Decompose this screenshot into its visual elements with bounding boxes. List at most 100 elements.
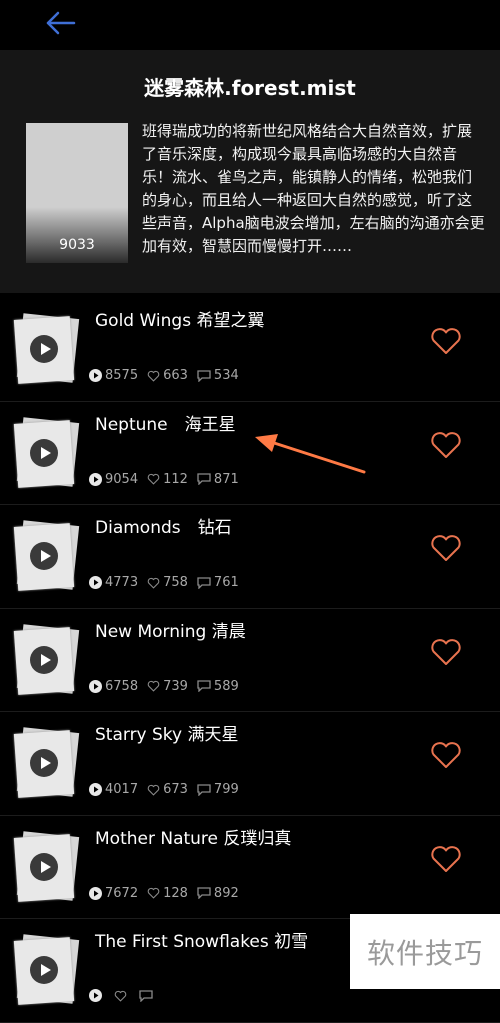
track-thumbnail[interactable] bbox=[13, 416, 80, 488]
play-count-value: 7672 bbox=[105, 885, 139, 901]
like-count bbox=[114, 990, 130, 1002]
like-count-value: 673 bbox=[163, 782, 188, 797]
heart-outline-icon bbox=[147, 577, 160, 589]
album-title: 迷雾森林.forest.mist bbox=[144, 76, 356, 100]
play-count: 4773 bbox=[89, 575, 138, 590]
track-title[interactable]: Neptune 海王星 bbox=[95, 410, 236, 435]
album-cover[interactable]: 9033 bbox=[26, 123, 128, 263]
play-icon[interactable] bbox=[30, 438, 58, 467]
like-count: 128 bbox=[147, 886, 188, 901]
heart-icon[interactable] bbox=[429, 844, 463, 874]
play-count-value: 4017 bbox=[105, 782, 139, 797]
like-count: 758 bbox=[147, 575, 188, 590]
play-count: 9054 bbox=[89, 472, 138, 487]
comment-count-value: 871 bbox=[213, 471, 239, 487]
heart-icon[interactable] bbox=[429, 430, 463, 460]
cover-play-count: 9033 bbox=[59, 237, 95, 253]
track-title[interactable]: Mother Nature 反璞归真 bbox=[95, 824, 291, 849]
track-thumbnail[interactable] bbox=[13, 313, 80, 384]
play-count: 8575 bbox=[89, 368, 138, 383]
comment-count-value: 892 bbox=[213, 885, 239, 901]
top-bar bbox=[0, 0, 500, 50]
play-icon[interactable] bbox=[30, 749, 58, 777]
heart-outline-icon bbox=[114, 990, 127, 1002]
comment-icon bbox=[197, 369, 211, 382]
comment-icon bbox=[139, 989, 153, 1002]
heart-icon[interactable] bbox=[429, 326, 463, 356]
track-title[interactable]: Starry Sky 满天星 bbox=[95, 720, 239, 745]
play-icon[interactable] bbox=[30, 542, 58, 570]
track-title[interactable]: Diamonds 钻石 bbox=[95, 513, 232, 538]
track-item[interactable]: Mother Nature 反璞归真 7672 128 892 bbox=[0, 816, 500, 919]
play-count-icon bbox=[89, 679, 102, 693]
like-count-value: 112 bbox=[163, 471, 188, 487]
play-icon[interactable] bbox=[30, 852, 58, 881]
track-stats: 6758 739 589 bbox=[89, 679, 248, 694]
album-header: 迷雾森林.forest.mist 9033 班得瑞成功的将新世纪风格结合大自然音… bbox=[0, 50, 500, 293]
like-count-value: 128 bbox=[163, 885, 188, 901]
heart-icon[interactable] bbox=[429, 637, 463, 667]
play-count-value: 4773 bbox=[105, 575, 139, 590]
play-count: 7672 bbox=[89, 886, 138, 901]
heart-icon[interactable] bbox=[429, 740, 463, 770]
comment-count-value: 799 bbox=[213, 782, 239, 797]
comment-count: 799 bbox=[197, 782, 239, 797]
comment-count-value: 589 bbox=[213, 678, 239, 694]
play-count-icon bbox=[89, 576, 102, 589]
comment-icon bbox=[197, 576, 211, 589]
comment-count: 534 bbox=[197, 368, 239, 383]
play-count-value: 8575 bbox=[105, 368, 139, 383]
comment-count: 892 bbox=[197, 886, 239, 901]
comment-icon bbox=[197, 783, 211, 796]
track-thumbnail[interactable] bbox=[13, 934, 80, 1005]
track-title[interactable]: Gold Wings 希望之翼 bbox=[95, 306, 264, 331]
play-count-icon bbox=[89, 783, 102, 796]
watermark: 软件技巧 bbox=[350, 914, 500, 989]
track-thumbnail[interactable] bbox=[13, 623, 80, 695]
heart-icon[interactable] bbox=[429, 533, 463, 563]
comment-icon bbox=[197, 887, 211, 899]
track-title[interactable]: New Morning 清晨 bbox=[95, 617, 246, 642]
heart-outline-icon bbox=[147, 370, 160, 382]
album-description: 班得瑞成功的将新世纪风格结合大自然音效，扩展了音乐深度，构成现今最具高临场感的大… bbox=[142, 122, 485, 255]
track-item[interactable]: New Morning 清晨 6758 739 589 bbox=[0, 609, 500, 712]
play-count bbox=[89, 989, 105, 1002]
like-count: 739 bbox=[147, 679, 188, 694]
play-count: 4017 bbox=[89, 782, 138, 797]
like-count-value: 663 bbox=[163, 368, 188, 383]
play-count-value: 6758 bbox=[105, 678, 139, 694]
like-count: 112 bbox=[147, 472, 188, 487]
comment-count: 761 bbox=[197, 575, 239, 590]
play-icon[interactable] bbox=[30, 956, 58, 984]
track-stats bbox=[89, 989, 165, 1002]
track-item[interactable]: Diamonds 钻石 4773 758 761 bbox=[0, 505, 500, 609]
heart-outline-icon bbox=[147, 887, 160, 899]
track-stats: 7672 128 892 bbox=[89, 886, 248, 901]
comment-count-value: 761 bbox=[213, 575, 239, 590]
track-title[interactable]: The First Snowflakes 初雪 bbox=[95, 927, 308, 952]
play-count-icon bbox=[89, 886, 102, 900]
like-count: 673 bbox=[147, 782, 188, 797]
heart-outline-icon bbox=[147, 473, 160, 485]
comment-icon bbox=[197, 680, 211, 692]
track-item[interactable]: Starry Sky 满天星 4017 673 799 bbox=[0, 712, 500, 816]
track-stats: 4017 673 799 bbox=[89, 782, 248, 797]
comment-count: 871 bbox=[197, 472, 239, 487]
arrow-left-icon[interactable] bbox=[44, 8, 78, 38]
annotation-arrow-icon bbox=[255, 434, 366, 474]
track-stats: 9054 112 871 bbox=[89, 472, 248, 487]
heart-outline-icon bbox=[147, 784, 160, 796]
play-icon[interactable] bbox=[30, 335, 58, 363]
track-thumbnail[interactable] bbox=[13, 830, 80, 902]
track-thumbnail[interactable] bbox=[13, 727, 80, 798]
play-icon[interactable] bbox=[30, 645, 58, 674]
comment-icon bbox=[197, 473, 211, 485]
track-thumbnail[interactable] bbox=[13, 520, 80, 591]
comment-count: 589 bbox=[197, 679, 239, 694]
play-count-icon bbox=[89, 472, 102, 486]
play-count: 6758 bbox=[89, 679, 138, 694]
track-stats: 4773 758 761 bbox=[89, 575, 248, 590]
like-count-value: 739 bbox=[163, 678, 188, 694]
comment-count-value: 534 bbox=[213, 368, 239, 383]
track-item[interactable]: Gold Wings 希望之翼 8575 663 534 bbox=[0, 298, 500, 402]
